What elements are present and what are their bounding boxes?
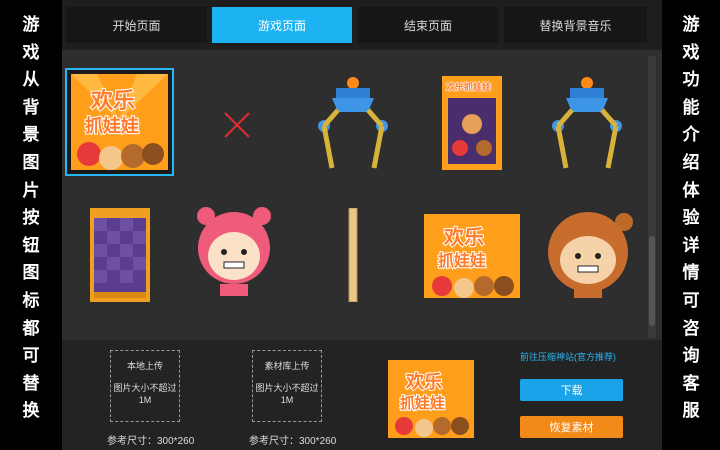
left-banner-char: 戏	[22, 42, 40, 63]
logo-preview-icon: 欢乐 抓娃娃	[388, 360, 474, 438]
right-banner-char: 介	[682, 125, 700, 146]
local-upload-box[interactable]: 本地上传 图片大小不超过1M	[110, 350, 180, 422]
right-banner-char: 可	[682, 290, 700, 311]
right-banner-char: 服	[682, 401, 700, 422]
asset-empty[interactable]	[222, 110, 252, 140]
left-banner: 游 戏 从 背 景 图 片 按 钮 图 标 都 可 替 换	[0, 0, 62, 450]
left-banner-char: 图	[22, 152, 40, 173]
tab-game-page[interactable]: 游戏页面	[212, 7, 352, 43]
editor-panel: 开始页面 游戏页面 结束页面 替换背景音乐 欢乐 抓娃娃 欢乐抓娃娃 欢乐 抓娃…	[62, 0, 662, 450]
left-banner-char: 都	[22, 318, 40, 339]
asset-game-screen[interactable]: 欢乐抓娃娃	[442, 76, 502, 170]
library-upload-size: 参考尺寸：300*260	[249, 436, 337, 447]
asset-grid: 欢乐 抓娃娃 欢乐抓娃娃 欢乐 抓娃娃	[62, 50, 648, 340]
asset-doll-monkey[interactable]	[540, 206, 636, 300]
left-banner-char: 景	[22, 125, 40, 146]
asset-doll-pink[interactable]	[194, 206, 274, 300]
left-banner-char: 背	[22, 97, 40, 118]
local-upload-title: 本地上传	[126, 361, 163, 371]
asset-machine-panel[interactable]	[90, 208, 150, 302]
left-banner-char: 替	[22, 373, 40, 394]
right-banner-char: 询	[682, 346, 700, 367]
right-banner-char: 能	[682, 97, 700, 118]
restore-button[interactable]: 恢复素材	[520, 416, 623, 438]
right-banner-char: 咨	[682, 318, 700, 339]
logo-text-line1: 欢乐	[443, 225, 484, 249]
left-banner-char: 游	[22, 15, 40, 35]
scrollbar[interactable]	[648, 56, 656, 338]
right-banner: 游 戏 功 能 介 绍 体 验 详 情 可 咨 询 客 服	[662, 0, 720, 450]
left-banner-char: 钮	[22, 235, 40, 256]
preview-image: 欢乐 抓娃娃	[388, 360, 474, 438]
right-banner-char: 客	[682, 373, 700, 394]
asset-pole[interactable]	[348, 207, 358, 303]
logo-text-line1: 欢乐	[90, 88, 135, 114]
library-upload-title: 素材库上传	[264, 361, 310, 371]
left-banner-char: 标	[22, 290, 40, 311]
logo-text-line2: 抓娃娃	[400, 394, 445, 412]
local-upload-hint: 图片大小不超过1M	[113, 383, 177, 405]
game-screen-thumbnail-icon: 欢乐抓娃娃	[442, 76, 502, 170]
machine-panel-icon	[90, 208, 150, 302]
download-button[interactable]: 下载	[520, 379, 623, 401]
right-banner-char: 验	[682, 208, 700, 229]
right-banner-char: 功	[682, 70, 700, 91]
upload-panel: 本地上传 图片大小不超过1M 参考尺寸：300*260 素材库上传 图片大小不超…	[62, 340, 662, 450]
small-logo-text: 欢乐抓娃娃	[445, 81, 491, 93]
library-upload-hint: 图片大小不超过1M	[255, 383, 319, 405]
left-banner-char: 按	[22, 208, 40, 229]
scrollbar-thumb[interactable]	[649, 236, 655, 326]
library-upload-box[interactable]: 素材库上传 图片大小不超过1M	[252, 350, 322, 422]
local-upload-size: 参考尺寸：300*260	[107, 436, 195, 447]
asset-logo[interactable]: 欢乐 抓娃娃	[424, 214, 520, 298]
pole-icon	[348, 207, 358, 303]
tab-replace-music[interactable]: 替换背景音乐	[504, 7, 647, 43]
left-banner-char: 片	[22, 180, 40, 201]
close-icon	[224, 112, 250, 138]
asset-logo-selected[interactable]: 欢乐 抓娃娃	[65, 68, 174, 176]
logo-text-line1: 欢乐	[405, 372, 442, 393]
logo-thumbnail-icon: 欢乐 抓娃娃	[424, 214, 520, 298]
right-banner-char: 戏	[682, 42, 700, 63]
left-banner-char: 换	[22, 401, 40, 422]
logo-text-line2: 抓娃娃	[85, 115, 139, 137]
right-banner-char: 绍	[682, 152, 700, 173]
right-banner-char: 情	[682, 263, 700, 284]
asset-claw-alt[interactable]	[544, 76, 630, 172]
tab-bar: 开始页面 游戏页面 结束页面 替换背景音乐	[62, 0, 662, 50]
compress-site-link[interactable]: 前往压缩神站(官方推荐)	[520, 350, 616, 363]
left-banner-char: 图	[22, 263, 40, 284]
right-banner-char: 游	[682, 15, 700, 35]
right-banner-char: 体	[682, 180, 700, 201]
pink-bear-doll-icon	[197, 207, 271, 296]
claw-icon	[552, 77, 622, 169]
tab-start-page[interactable]: 开始页面	[66, 7, 207, 43]
left-banner-char: 从	[22, 70, 40, 91]
left-banner-char: 可	[22, 346, 40, 367]
tab-end-page[interactable]: 结束页面	[358, 7, 498, 43]
monkey-doll-icon	[548, 212, 633, 298]
asset-claw[interactable]	[310, 76, 396, 172]
logo-thumbnail-icon: 欢乐 抓娃娃	[71, 74, 168, 170]
claw-icon	[318, 77, 388, 169]
logo-text-line2: 抓娃娃	[438, 251, 486, 270]
right-banner-char: 详	[682, 235, 700, 256]
